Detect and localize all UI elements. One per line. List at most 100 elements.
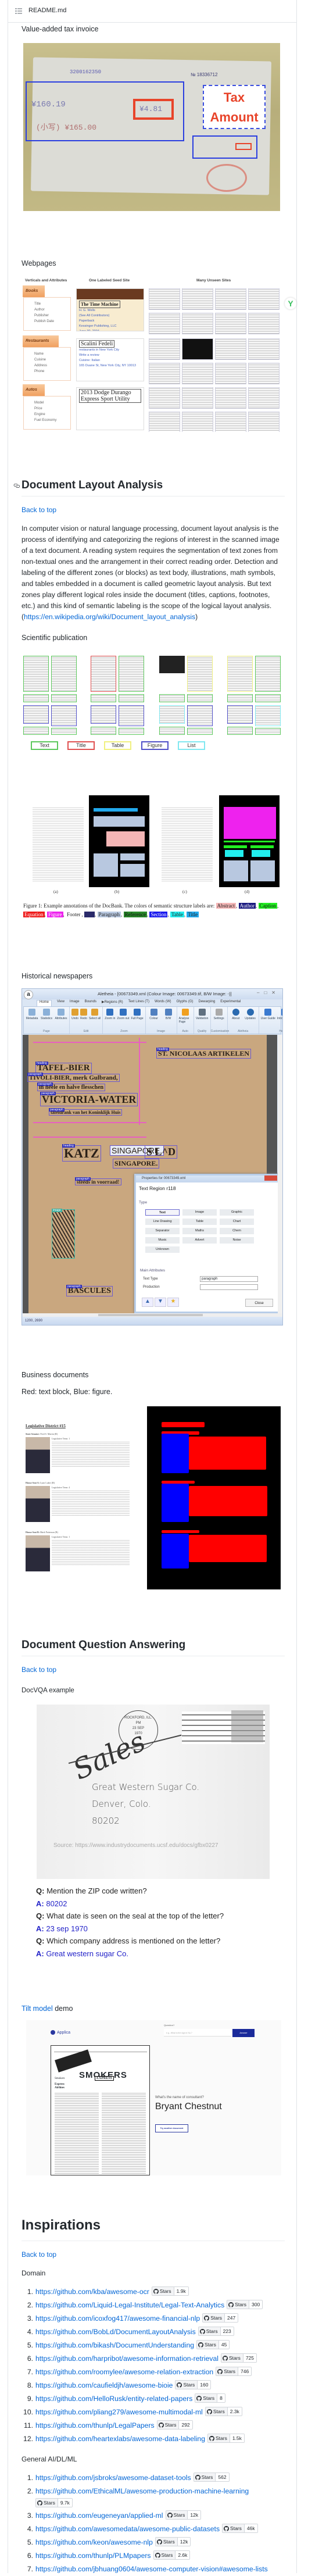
scientific-publication-image: Text Title Table Figure List [22, 650, 283, 753]
seed-field: H. G. Wells [79, 309, 95, 312]
stars-badge[interactable]: Stars 2.3k [205, 2407, 242, 2416]
ribbon-tab[interactable]: Image [70, 1000, 80, 1006]
stars-label: Stars [175, 2381, 198, 2389]
stars-badge[interactable]: Stars 160 [175, 2380, 212, 2389]
ribbon-tab[interactable]: Dewarping [199, 1000, 216, 1006]
region-type-button[interactable]: Image [182, 1209, 217, 1216]
ribbon-button-label: Full Page [131, 1017, 144, 1020]
stars-badge[interactable]: Stars 12k [165, 2510, 202, 2520]
stars-badge[interactable]: Stars 46k [222, 2524, 258, 2533]
ribbon-tab[interactable]: Home [37, 1000, 52, 1006]
region-type-button[interactable]: Separator [145, 1228, 180, 1234]
app-logo-icon[interactable]: a [24, 990, 33, 999]
region-type-button[interactable]: Line Drawing [145, 1219, 180, 1225]
repo-link[interactable]: https://github.com/kba/awesome-ocr [35, 2288, 149, 2296]
ribbon-button-label: Attributes [55, 1017, 67, 1020]
stars-badge[interactable]: Stars 2.6k [153, 2550, 191, 2560]
repo-link[interactable]: https://github.com/jsbroks/awesome-datas… [35, 2474, 191, 2482]
ribbon-tab[interactable]: Experimental [220, 1000, 241, 1006]
vertical-scrollbar[interactable] [278, 1035, 282, 1314]
back-to-top-link[interactable]: Back to top [22, 2250, 56, 2259]
repo-link[interactable]: https://github.com/BobLd/DocumentLayoutA… [35, 2328, 196, 2336]
repo-link[interactable]: https://github.com/caufieldjh/awesome-bi… [35, 2381, 173, 2389]
legend-text: Text [31, 741, 58, 750]
tilt-model-link[interactable]: Tilt model [22, 2005, 53, 2013]
stars-badge[interactable]: Stars 247 [202, 2313, 239, 2323]
stars-badge[interactable]: Stars 12k [155, 2537, 191, 2546]
region-type-button[interactable]: Text [145, 1209, 180, 1216]
business-documents-caption: Business documents [22, 1371, 89, 1379]
invoice-image: 3200162350 № 18336712 ¥160.19 (小写) ¥165.… [23, 43, 280, 211]
answer-button[interactable]: Answer [232, 2029, 255, 2037]
stars-badge[interactable]: Stars 223 [198, 2327, 234, 2336]
repo-link[interactable]: https://github.com/pliang279/awesome-mul… [35, 2408, 203, 2416]
text-type-select[interactable]: paragraph [200, 1276, 258, 1282]
production-select[interactable] [200, 1284, 258, 1290]
stars-badge[interactable]: Stars 1.5k [207, 2434, 245, 2443]
repo-link[interactable]: https://github.com/EthicalML/awesome-pro… [35, 2487, 249, 2495]
repo-link[interactable]: https://github.com/keon/awesome-nlp [35, 2538, 153, 2546]
region-type-button[interactable]: Chem [220, 1228, 254, 1234]
anchor-link-icon[interactable] [13, 481, 20, 492]
region-type-button[interactable]: Unknown [145, 1246, 180, 1253]
ribbon-tab[interactable]: View [57, 1000, 65, 1006]
repo-link[interactable]: https://github.com/Liquid-Legal-Institut… [35, 2301, 224, 2309]
attribute-item: Phone [34, 370, 45, 373]
repo-link[interactable]: https://github.com/harpribot/awesome-inf… [35, 2355, 218, 2363]
layout-region-box [51, 728, 77, 735]
back-to-top-link[interactable]: Back to top [22, 1666, 56, 1674]
extension-floating-icon[interactable]: Y [285, 298, 296, 309]
back-to-top-link[interactable]: Back to top [22, 506, 56, 514]
stars-badge[interactable]: Stars 1.9k [151, 2286, 189, 2296]
close-button[interactable]: Close [245, 1299, 273, 1307]
wikipedia-link[interactable]: https://en.wikipedia.org/wiki/Document_l… [24, 613, 195, 621]
region-type-button[interactable]: Table [182, 1219, 217, 1225]
move-up-icon[interactable]: ▲ [142, 1298, 153, 1307]
repo-link[interactable]: https://github.com/eugeneyan/applied-ml [35, 2511, 163, 2520]
repo-link[interactable]: https://github.com/thunlp/LegalPapers [35, 2421, 155, 2429]
ribbon-tab[interactable]: ▶Regions (R) [102, 1000, 123, 1006]
repo-link[interactable]: https://github.com/jbhuang0604/awesome-c… [35, 2565, 268, 2573]
star-icon[interactable]: ★ [167, 1298, 179, 1307]
stars-badge[interactable]: Stars 562 [193, 2473, 230, 2482]
repo-link[interactable]: https://github.com/awesomedata/awesome-p… [35, 2525, 220, 2533]
dialog-close-icon[interactable] [264, 1176, 277, 1181]
ribbon-tab[interactable]: Text Lines (T) [128, 1000, 149, 1006]
repo-link[interactable]: https://github.com/thunlp/PLMpapers [35, 2552, 151, 2560]
region-type-button[interactable]: Noise [220, 1237, 254, 1244]
repo-link[interactable]: https://github.com/HelloRusk/entity-rela… [35, 2395, 192, 2403]
region-type-button[interactable]: Maths [182, 1228, 217, 1234]
repo-link[interactable]: https://github.com/bikash/DocumentUnders… [35, 2341, 194, 2349]
status-bar: 1200, 2690 [22, 1317, 282, 1325]
ribbon-tab[interactable]: Words (W) [155, 1000, 171, 1006]
window-controls[interactable]: –□✕ [257, 990, 280, 995]
repo-link[interactable]: https://github.com/icoxfog417/awesome-fi… [35, 2314, 200, 2323]
stars-badge[interactable]: Stars 725 [220, 2353, 257, 2363]
docbank-page [28, 795, 88, 887]
unseen-site-thumbnail [149, 387, 180, 409]
stars-badge[interactable]: Stars 8 [195, 2393, 225, 2403]
stars-badge[interactable]: Stars 746 [216, 2367, 252, 2376]
stars-badge[interactable]: Stars 45 [196, 2340, 230, 2349]
ribbon-tab[interactable]: Glyphs (G) [177, 1000, 194, 1006]
list-icon[interactable] [15, 7, 22, 17]
move-down-icon[interactable]: ▼ [155, 1298, 166, 1307]
stars-badge[interactable]: Stars 300 [227, 2300, 263, 2309]
stars-count: 2.3k [227, 2407, 242, 2416]
region-type-button[interactable]: Graphic [220, 1209, 254, 1216]
layout-region-box [159, 694, 185, 702]
question-input[interactable]: e.g., What is the sign in No.? [164, 2029, 231, 2036]
ribbon-button-icon [91, 1009, 99, 1016]
docbank-page [157, 795, 217, 887]
name: Mark Patterson (R) [40, 1531, 58, 1534]
stars-badge[interactable]: Stars 9.7k [35, 2498, 73, 2507]
region-type-button[interactable]: Music [145, 1237, 180, 1244]
stars-badge[interactable]: Stars 292 [156, 2420, 193, 2429]
try-another-document-button[interactable]: Try another document [155, 2124, 188, 2132]
region-type-button[interactable]: Chart [220, 1219, 254, 1225]
ribbon-tab[interactable]: Bounds [85, 1000, 96, 1006]
repo-link[interactable]: https://github.com/heartexlabs/awesome-d… [35, 2435, 205, 2443]
region-type-button[interactable]: Advert [182, 1237, 217, 1244]
repo-link[interactable]: https://github.com/roomylee/awesome-rela… [35, 2368, 213, 2376]
item-number: 1. [27, 2288, 33, 2296]
